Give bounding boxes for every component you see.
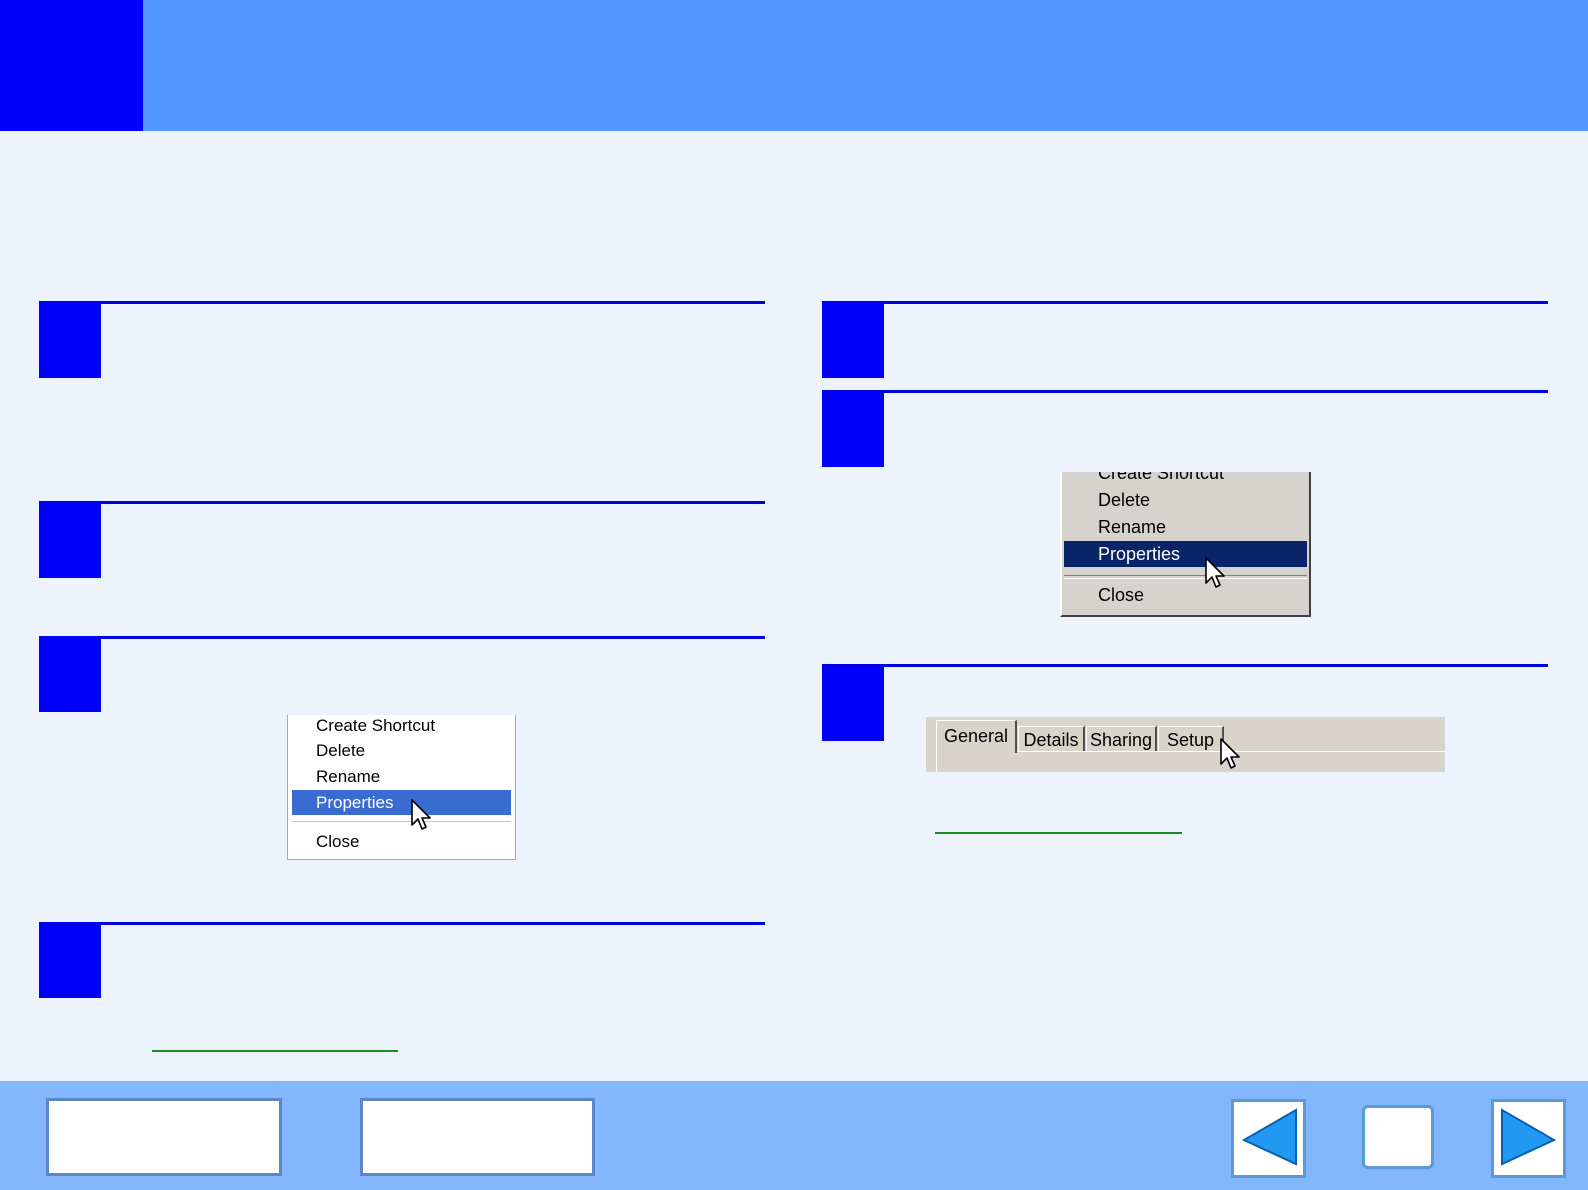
tab-general[interactable]: General bbox=[936, 720, 1017, 753]
next-page-button[interactable] bbox=[1491, 1099, 1566, 1178]
menu-item-delete[interactable]: Delete bbox=[1064, 487, 1307, 513]
footer-button-2[interactable] bbox=[360, 1098, 595, 1176]
mouse-pointer-icon bbox=[1205, 557, 1225, 588]
step-divider-7 bbox=[822, 664, 1548, 667]
menu-item-create-shortcut[interactable]: Create Shortcut bbox=[292, 713, 511, 738]
chapter-marker bbox=[0, 0, 143, 131]
step-divider-6 bbox=[822, 390, 1548, 393]
contents-button[interactable] bbox=[1362, 1105, 1434, 1169]
step-divider-3 bbox=[39, 636, 765, 639]
step-marker-7 bbox=[822, 665, 884, 741]
prev-page-button[interactable] bbox=[1231, 1099, 1306, 1178]
footer-button-1[interactable] bbox=[46, 1098, 282, 1176]
page-header bbox=[0, 0, 1588, 131]
context-menu-xp: Create Shortcut Delete Rename Properties… bbox=[287, 715, 516, 860]
step-marker-6 bbox=[822, 391, 884, 467]
triangle-right-icon bbox=[1501, 1108, 1557, 1166]
menu-item-create-shortcut[interactable]: Create Shortcut bbox=[1064, 472, 1307, 486]
properties-tab-strip: General Details Sharing Setup bbox=[926, 717, 1445, 772]
menu-item-close[interactable]: Close bbox=[1064, 582, 1307, 608]
link-underline-right[interactable] bbox=[935, 832, 1182, 834]
step-marker-1 bbox=[39, 302, 101, 378]
step-marker-2 bbox=[39, 502, 101, 578]
menu-item-properties[interactable]: Properties bbox=[1064, 541, 1307, 567]
context-menu-classic: Create Shortcut Delete Rename Properties… bbox=[1060, 472, 1311, 617]
step-marker-4 bbox=[39, 922, 101, 998]
step-marker-5 bbox=[822, 302, 884, 378]
triangle-left-icon bbox=[1241, 1108, 1297, 1166]
mouse-pointer-icon bbox=[1220, 738, 1240, 769]
menu-item-delete[interactable]: Delete bbox=[292, 738, 511, 763]
menu-separator bbox=[292, 821, 511, 824]
menu-item-properties[interactable]: Properties bbox=[292, 790, 511, 815]
menu-separator bbox=[1064, 575, 1307, 579]
tab-setup[interactable]: Setup bbox=[1158, 726, 1224, 752]
tab-sharing[interactable]: Sharing bbox=[1086, 726, 1157, 752]
menu-item-rename[interactable]: Rename bbox=[292, 764, 511, 789]
step-divider-5 bbox=[822, 301, 1548, 304]
tab-details[interactable]: Details bbox=[1018, 726, 1085, 752]
menu-item-rename[interactable]: Rename bbox=[1064, 514, 1307, 540]
step-divider-4 bbox=[39, 922, 765, 925]
link-underline-left[interactable] bbox=[152, 1050, 398, 1052]
tab-panel-edge bbox=[936, 753, 937, 772]
menu-item-close[interactable]: Close bbox=[292, 829, 511, 854]
step-divider-1 bbox=[39, 301, 765, 304]
mouse-pointer-icon bbox=[411, 799, 431, 830]
step-divider-2 bbox=[39, 501, 765, 504]
step-marker-3 bbox=[39, 636, 101, 712]
